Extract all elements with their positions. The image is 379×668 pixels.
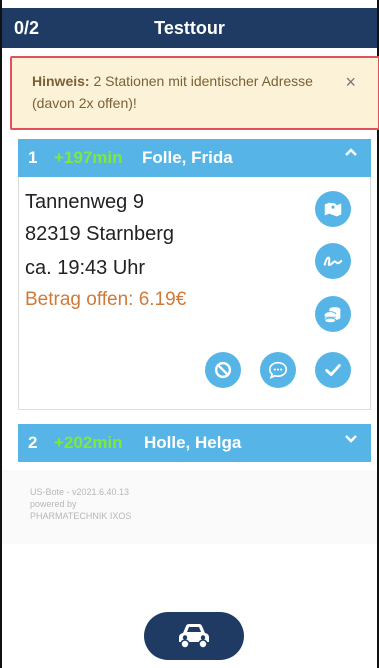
cancel-icon	[214, 361, 232, 379]
powered-by-text: powered by	[30, 499, 77, 509]
map-button[interactable]	[315, 191, 351, 227]
city: 82319 Starnberg	[25, 223, 175, 245]
duplicate-address-notice: Hinweis: 2 Stationen mit identischer Adr…	[10, 56, 379, 130]
close-icon[interactable]: ×	[345, 72, 356, 93]
stop-delay: +197min	[54, 148, 123, 167]
comment-button[interactable]	[260, 352, 296, 388]
version-footer: US-Bote - v2021.6.40.13 powered by PHARM…	[30, 486, 131, 522]
chevron-down-icon	[345, 435, 357, 443]
payment-button[interactable]	[315, 296, 351, 332]
notice-label: Hinweis:	[32, 73, 90, 89]
eta: ca. 19:43 Uhr	[25, 257, 146, 279]
comment-icon	[268, 361, 288, 379]
version-text: US-Bote - v2021.6.40.13	[30, 487, 130, 497]
top-bar: 0/2 Testtour	[2, 8, 377, 48]
check-icon	[325, 364, 341, 376]
vendor-text: PHARMATECHNIK IXOS	[30, 511, 132, 521]
page-title: Testtour	[154, 18, 225, 38]
complete-stop-button[interactable]	[315, 352, 351, 388]
signature-button[interactable]	[315, 243, 351, 279]
stop-header-1[interactable]: 1 +197min Folle, Frida	[18, 139, 371, 177]
street: Tannenweg 9	[25, 191, 144, 213]
map-icon	[324, 202, 342, 217]
stop-number: 2	[28, 433, 38, 452]
notice-text: Hinweis: 2 Stationen mit identischer Adr…	[32, 70, 322, 114]
stop-header-2[interactable]: 2 +202min Holle, Helga	[18, 424, 371, 462]
chevron-up-icon	[345, 148, 357, 156]
stop-delay: +202min	[54, 433, 123, 452]
stop-name: Holle, Helga	[144, 433, 242, 452]
stop-name: Folle, Frida	[142, 148, 233, 167]
cancel-stop-button[interactable]	[205, 352, 241, 388]
amount-due: Betrag offen: 6.19€	[25, 289, 187, 310]
stop-number: 1	[28, 148, 38, 167]
car-icon	[179, 624, 209, 649]
drive-button[interactable]	[144, 612, 244, 660]
signature-icon	[323, 256, 343, 266]
stop-details-1: Tannenweg 9 82319 Starnberg ca. 19:43 Uh…	[18, 177, 371, 410]
coins-icon	[324, 307, 341, 324]
